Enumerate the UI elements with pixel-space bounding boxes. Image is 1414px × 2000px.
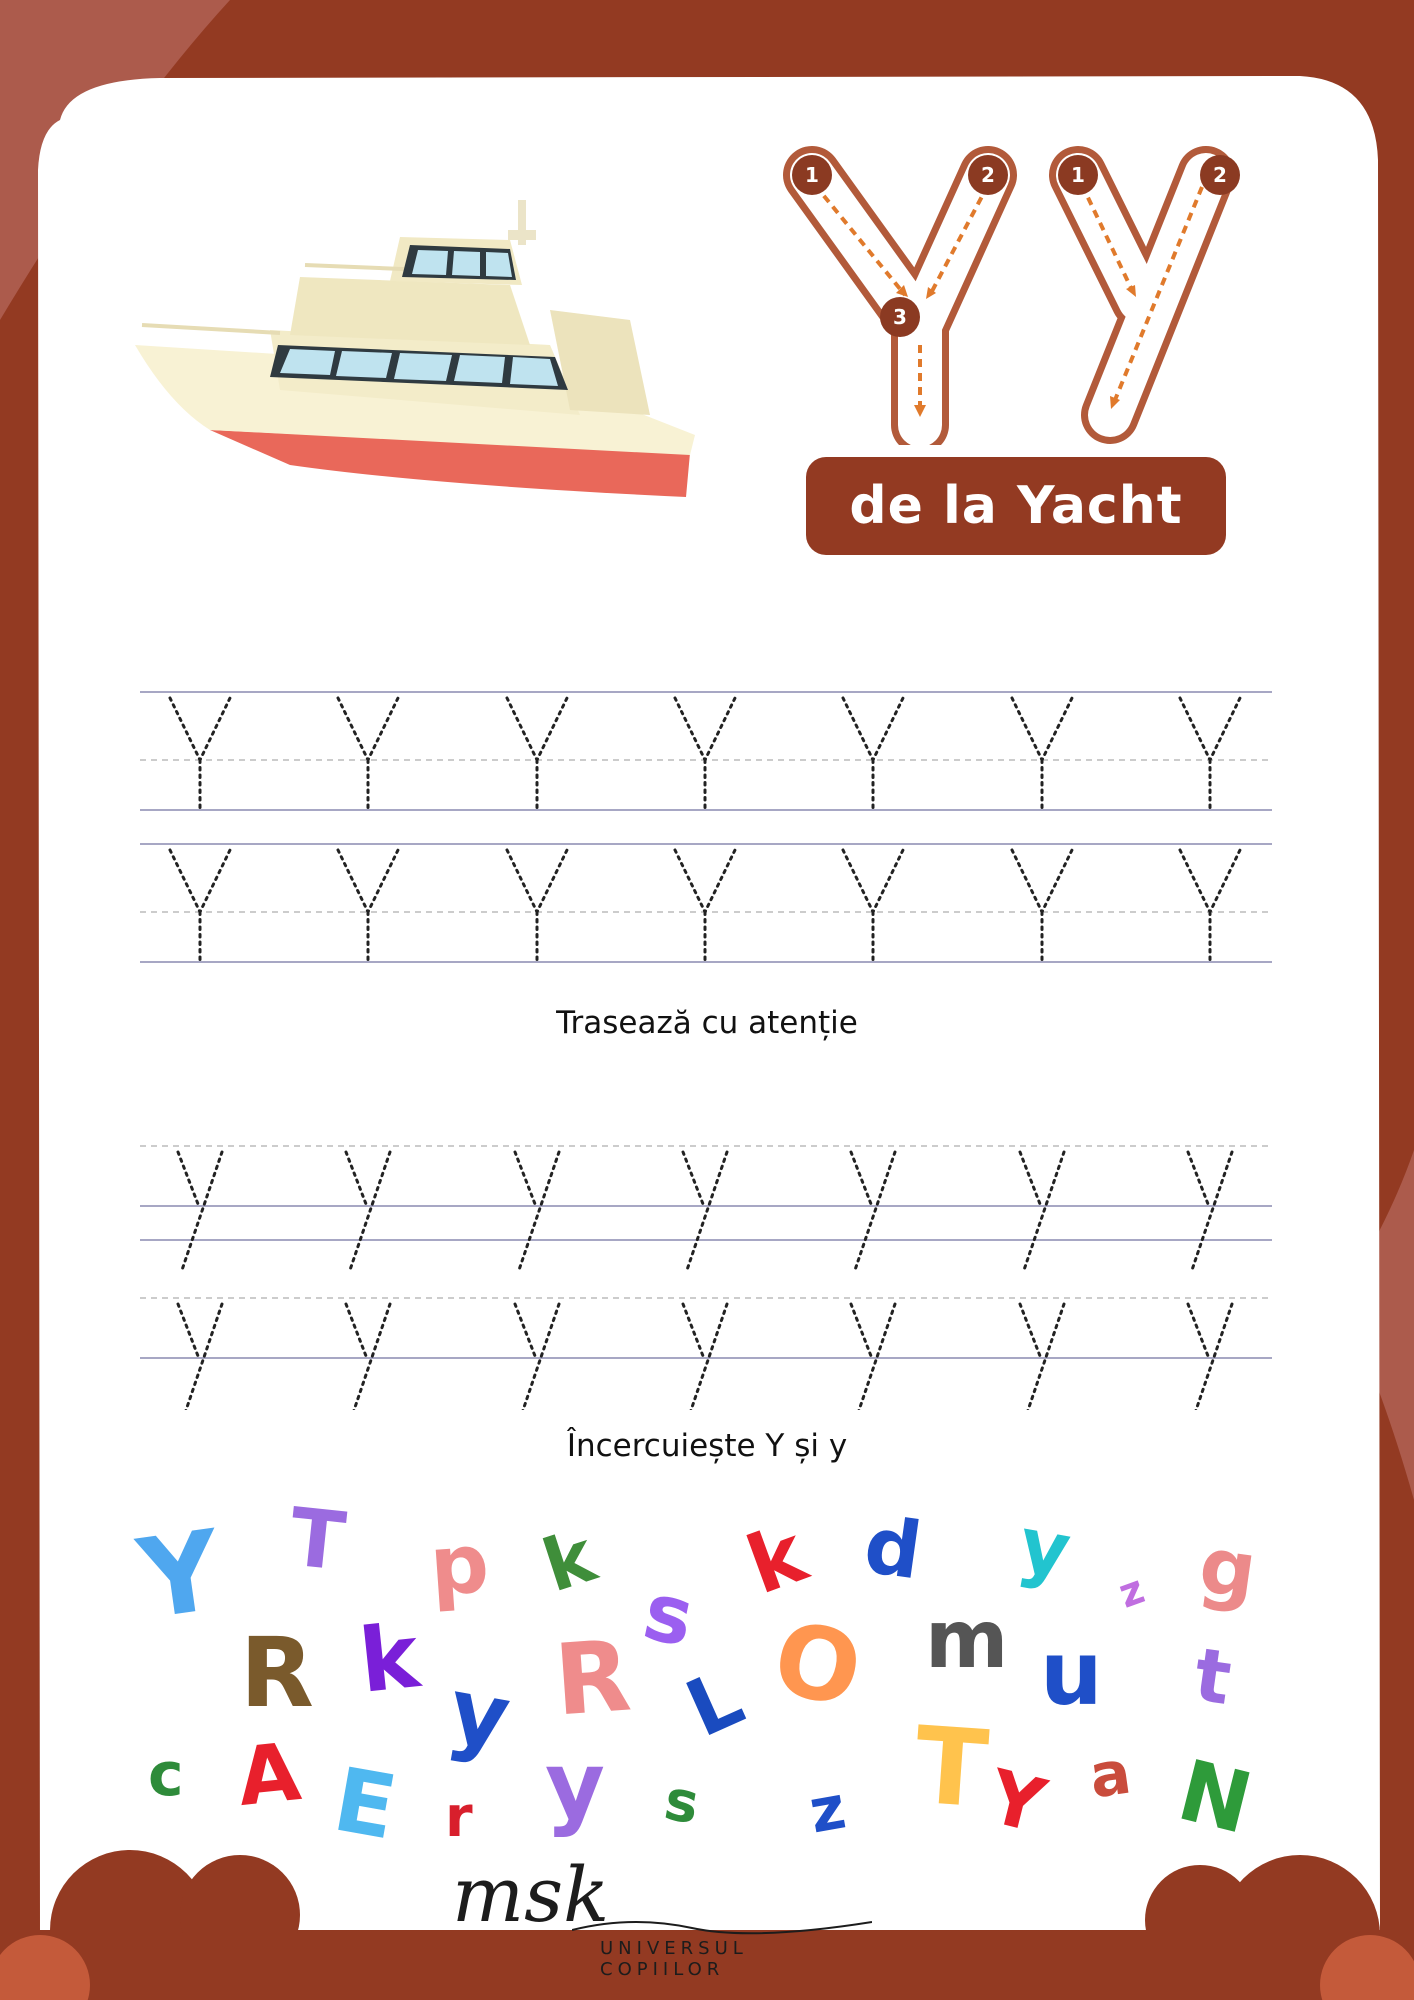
trace-letter-y[interactable] bbox=[513, 1302, 561, 1410]
brand-tagline: UNIVERSUL COPIILOR bbox=[600, 1938, 748, 1980]
trace-letter-Y[interactable] bbox=[841, 848, 905, 962]
trace-letter-Y[interactable] bbox=[1010, 696, 1074, 810]
trace-letter-y[interactable] bbox=[1186, 1150, 1234, 1272]
letter-yy-stroke-guide: 1 2 3 1 2 bbox=[783, 146, 1240, 445]
trace-letter-y[interactable] bbox=[1018, 1150, 1066, 1272]
trace-letter-Y[interactable] bbox=[1178, 848, 1242, 962]
search-letter[interactable]: y bbox=[545, 1740, 605, 1832]
trace-letter-Y[interactable] bbox=[673, 696, 737, 810]
search-letter[interactable]: Y bbox=[131, 1506, 228, 1644]
yacht-illustration bbox=[135, 200, 695, 497]
trace-letter-y[interactable] bbox=[849, 1150, 897, 1272]
trace-letter-Y[interactable] bbox=[505, 696, 569, 810]
lowercase-tracing-rows[interactable] bbox=[0, 1130, 1414, 1410]
trace-letter-y[interactable] bbox=[176, 1302, 224, 1410]
search-letter[interactable]: r bbox=[445, 1790, 473, 1846]
trace-letter-Y[interactable] bbox=[168, 696, 232, 810]
search-letter[interactable]: k bbox=[355, 1604, 424, 1713]
trace-letter-Y[interactable] bbox=[168, 848, 232, 962]
search-letter[interactable]: d bbox=[859, 1501, 927, 1598]
search-letter[interactable]: R bbox=[551, 1620, 634, 1739]
uppercase-tracing-rows[interactable] bbox=[0, 680, 1414, 980]
trace-letter-Y[interactable] bbox=[1010, 848, 1074, 962]
search-letter[interactable]: p bbox=[427, 1516, 492, 1615]
trace-letter-Y[interactable] bbox=[505, 848, 569, 962]
trace-letter-y[interactable] bbox=[176, 1150, 224, 1272]
title-banner: de la Yacht bbox=[806, 457, 1226, 555]
stroke-number: 3 bbox=[893, 305, 907, 329]
stroke-number: 2 bbox=[1213, 163, 1227, 187]
title-text: de la Yacht bbox=[849, 476, 1183, 536]
trace-letter-y[interactable] bbox=[344, 1150, 392, 1272]
trace-letter-Y[interactable] bbox=[673, 848, 737, 962]
circle-instruction: Încercuiește Y și y bbox=[566, 1428, 848, 1464]
trace-letter-Y[interactable] bbox=[336, 696, 400, 810]
trace-letter-y[interactable] bbox=[849, 1302, 897, 1410]
search-letter[interactable]: A bbox=[233, 1725, 304, 1824]
trace-letter-y[interactable] bbox=[513, 1150, 561, 1272]
stroke-number: 1 bbox=[1071, 163, 1085, 187]
trace-letter-y[interactable] bbox=[1018, 1302, 1066, 1410]
brand-swash bbox=[572, 1921, 872, 1935]
trace-letter-Y[interactable] bbox=[841, 696, 905, 810]
search-letter[interactable]: T bbox=[911, 1704, 992, 1832]
trace-letter-Y[interactable] bbox=[336, 848, 400, 962]
search-letter[interactable]: g bbox=[1194, 1521, 1262, 1618]
search-letter[interactable]: T bbox=[285, 1490, 349, 1588]
stroke-number: 1 bbox=[805, 163, 819, 187]
search-letter[interactable]: a bbox=[1085, 1738, 1135, 1813]
search-letter[interactable]: m bbox=[925, 1600, 1008, 1680]
search-letter[interactable]: R bbox=[240, 1625, 314, 1721]
trace-letter-y[interactable] bbox=[344, 1302, 392, 1410]
search-letter[interactable]: u bbox=[1040, 1630, 1103, 1718]
trace-instruction: Trasează cu atenție bbox=[556, 1005, 858, 1041]
brand-logo: msk UNIVERSUL COPIILOR bbox=[452, 1850, 872, 1980]
trace-letter-y[interactable] bbox=[1186, 1302, 1234, 1410]
trace-letter-y[interactable] bbox=[681, 1150, 729, 1272]
trace-letter-y[interactable] bbox=[681, 1302, 729, 1410]
trace-letter-Y[interactable] bbox=[1178, 696, 1242, 810]
stroke-number: 2 bbox=[981, 163, 995, 187]
search-letter[interactable]: c bbox=[148, 1745, 184, 1805]
